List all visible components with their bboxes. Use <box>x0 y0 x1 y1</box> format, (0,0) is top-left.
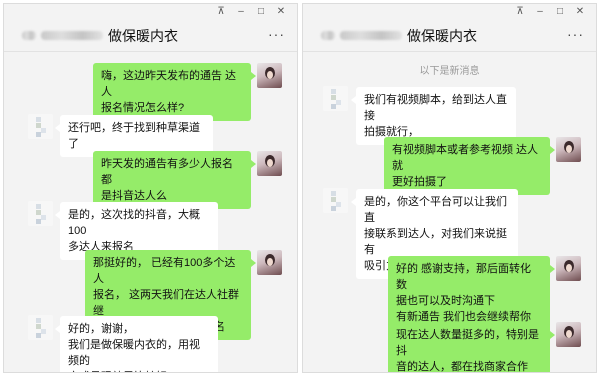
contact-name-redacted <box>321 31 335 40</box>
pin-icon[interactable]: ⊼ <box>510 5 530 19</box>
my-avatar[interactable] <box>556 137 581 162</box>
chat-header: 做保暖内衣 ··· <box>303 20 596 52</box>
contact-name-redacted <box>340 31 402 40</box>
minimize-icon[interactable]: – <box>530 5 550 19</box>
title-bar: ⊼ – □ ✕ <box>4 4 297 20</box>
contact-avatar[interactable] <box>28 114 53 139</box>
new-messages-divider: 以下是新消息 <box>419 66 480 77</box>
message-bubble-outgoing: 昨天发的通告有多少人报名 都 是抖音达人么 <box>93 151 256 209</box>
contact-avatar[interactable] <box>28 315 53 340</box>
contact-name-redacted <box>41 31 103 40</box>
pin-icon[interactable]: ⊼ <box>211 5 231 19</box>
close-icon[interactable]: ✕ <box>271 5 291 19</box>
message-bubble-incoming: 好的，谢谢， 我们是做保暖内衣的，用视频的 方式呈现效果比较好 <box>55 316 218 372</box>
message-bubble-outgoing: 有视频脚本或者参考视频 达人就 更好拍摄了 <box>384 137 555 195</box>
chat-window-right: ⊼ – □ ✕ 做保暖内衣 ··· 以下是新消息 我们有视频脚本，给到达人直接 … <box>302 3 597 373</box>
minimize-icon[interactable]: – <box>231 5 251 19</box>
contact-avatar[interactable] <box>323 86 348 111</box>
title-bar: ⊼ – □ ✕ <box>303 4 596 20</box>
message-list: 嗨，这边昨天发布的通告 达人 报名情况怎么样? 还行吧，终于找到种草渠道了 昨天… <box>4 53 297 372</box>
chat-title: 做保暖内衣 <box>108 27 178 44</box>
maximize-icon[interactable]: □ <box>251 5 271 19</box>
my-avatar[interactable] <box>556 256 581 281</box>
message-list: 以下是新消息 我们有视频脚本，给到达人直接 拍摄就行， 有视频脚本或者参考视频 … <box>303 53 596 372</box>
my-avatar[interactable] <box>257 250 282 275</box>
chat-header: 做保暖内衣 ··· <box>4 20 297 52</box>
more-options-icon[interactable]: ··· <box>268 26 285 42</box>
my-avatar[interactable] <box>257 151 282 176</box>
contact-avatar[interactable] <box>28 201 53 226</box>
message-bubble-outgoing: 现在达人数量挺多的，特别是抖 音的达人，都在找商家合作 <box>388 322 555 372</box>
my-avatar[interactable] <box>556 322 581 347</box>
contact-name-redacted <box>22 31 36 40</box>
chat-window-left: ⊼ – □ ✕ 做保暖内衣 ··· 嗨，这边昨天发布的通告 达人 报名情况怎么样… <box>3 3 298 373</box>
close-icon[interactable]: ✕ <box>570 5 590 19</box>
more-options-icon[interactable]: ··· <box>567 26 584 42</box>
chat-title: 做保暖内衣 <box>407 27 477 44</box>
my-avatar[interactable] <box>257 63 282 88</box>
maximize-icon[interactable]: □ <box>550 5 570 19</box>
message-bubble-outgoing: 嗨，这边昨天发布的通告 达人 报名情况怎么样? <box>93 63 256 121</box>
contact-avatar[interactable] <box>323 188 348 213</box>
